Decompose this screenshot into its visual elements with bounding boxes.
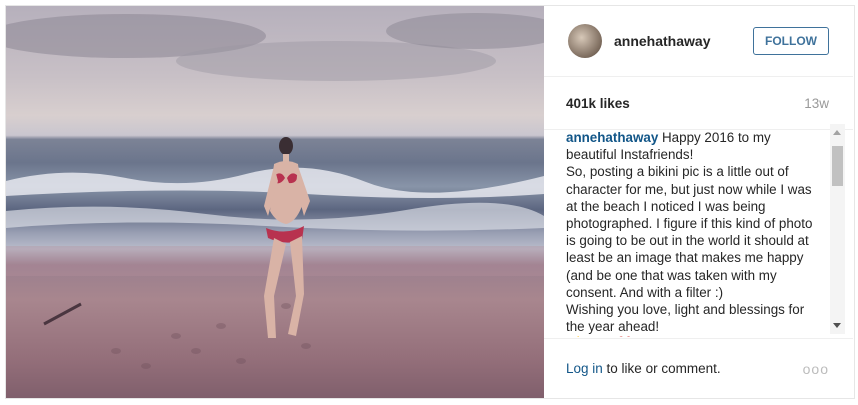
login-prompt-suffix: to like or comment. [602, 361, 721, 376]
post-meta: 401k likes 13w [544, 77, 853, 130]
scroll-thumb[interactable] [832, 146, 843, 186]
login-prompt: Log in to like or comment. [566, 361, 721, 376]
scroll-up-arrow-icon[interactable] [833, 130, 841, 135]
caption-container: annehathaway Happy 2016 to my beautiful … [544, 129, 853, 337]
likes-count[interactable]: 401k likes [566, 96, 630, 111]
post-photo[interactable] [6, 6, 544, 398]
post-footer: Log in to like or comment. ooo [544, 338, 853, 398]
caption-scrollbar[interactable] [830, 124, 845, 334]
follow-button[interactable]: FOLLOW [753, 27, 829, 55]
username-link[interactable]: annehathaway [614, 33, 753, 49]
caption-text: Happy 2016 to my beautiful Instafriends!… [566, 130, 813, 337]
login-link[interactable]: Log in [566, 361, 603, 376]
scroll-down-arrow-icon[interactable] [833, 323, 841, 328]
more-options-icon[interactable]: ooo [803, 361, 829, 377]
beach-photo-illustration [6, 13, 544, 369]
caption: annehathaway Happy 2016 to my beautiful … [544, 129, 853, 337]
post-age[interactable]: 13w [804, 96, 829, 111]
avatar[interactable] [568, 24, 602, 58]
post-header: annehathaway FOLLOW [544, 6, 853, 77]
post-side-panel: annehathaway FOLLOW 401k likes 13w anneh… [544, 6, 853, 398]
instagram-post: annehathaway FOLLOW 401k likes 13w anneh… [5, 5, 855, 399]
caption-username[interactable]: annehathaway [566, 130, 658, 145]
